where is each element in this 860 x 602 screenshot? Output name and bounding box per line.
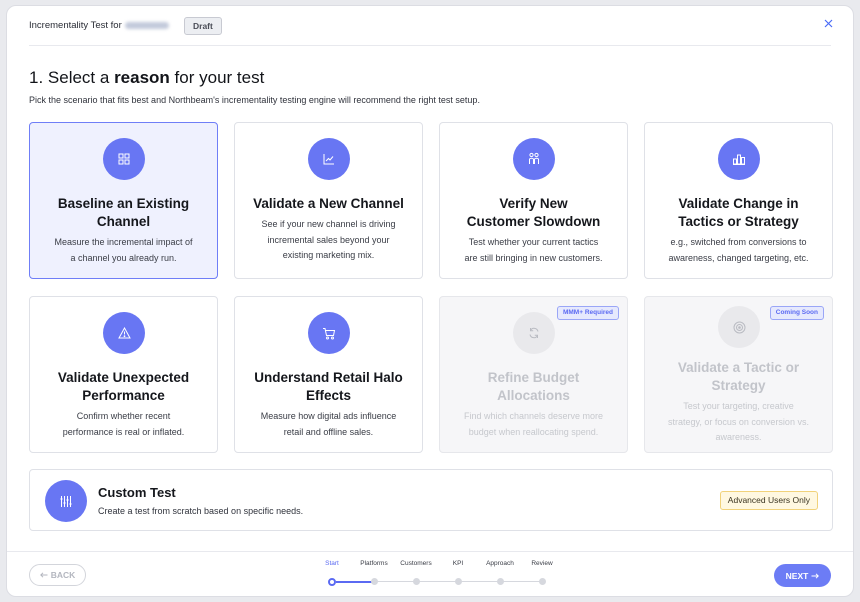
step-dot-kpi	[454, 578, 462, 585]
grid-icon	[103, 138, 145, 180]
card-title: Refine Budget Allocations	[487, 370, 580, 403]
reason-card-baseline-existing-channel[interactable]: Baseline an Existing Channel Measure the …	[29, 122, 218, 279]
reason-card-refine-budget-allocations: MMM+ Required Refine Budget Allocations F…	[439, 296, 628, 453]
card-description: Test whether your current tactics are sti…	[464, 237, 603, 263]
step-dot-approach	[496, 578, 504, 585]
status-badge: Draft	[184, 17, 222, 35]
modal-title: Incrementality Test for	[29, 20, 169, 31]
back-button[interactable]: BACK	[29, 564, 86, 586]
refresh-icon	[513, 312, 555, 354]
redacted-brand-name	[124, 21, 169, 29]
card-description: Confirm whether recent performance is rea…	[62, 411, 185, 437]
target-icon	[718, 306, 760, 348]
reason-card-validate-tactic-or-strategy: Coming Soon Validate a Tactic or Strategy…	[644, 296, 833, 453]
custom-test-card[interactable]: Custom Test Create a test from scratch b…	[29, 469, 833, 531]
modal-footer: BACK Start Platforms Customers KPI Appro…	[7, 551, 853, 596]
arrow-right-icon	[811, 572, 820, 579]
page-subtitle: Pick the scenario that fits best and Nor…	[29, 95, 480, 105]
step-label-review: Review	[531, 560, 553, 567]
close-icon[interactable]	[824, 19, 833, 28]
custom-test-description: Create a test from scratch based on spec…	[98, 506, 304, 516]
card-description: See if your new channel is driving increm…	[261, 219, 396, 260]
step-connector	[336, 581, 374, 583]
advanced-users-badge: Advanced Users Only	[719, 491, 818, 510]
step-dot-start	[328, 577, 336, 586]
cart-icon	[308, 312, 350, 354]
page-title: 1. Select a reason for your test	[29, 68, 265, 87]
people-icon	[513, 138, 555, 180]
header-divider	[29, 45, 831, 46]
incrementality-test-modal: Incrementality Test for Draft 1. Select …	[6, 5, 854, 597]
warning-icon	[103, 312, 145, 354]
mmm-required-badge: MMM+ Required	[556, 306, 619, 320]
reason-card-validate-new-channel[interactable]: Validate a New Channel See if your new c…	[234, 122, 423, 279]
reason-card-validate-change-in-tactics[interactable]: Validate Change in Tactics or Strategy e.…	[644, 122, 833, 279]
card-title: Understand Retail Halo Effects	[254, 370, 403, 403]
reason-card-verify-new-customer-slowdown[interactable]: Verify New Customer Slowdown Test whether…	[439, 122, 628, 279]
progress-stepper: Start Platforms Customers KPI Approach R…	[307, 560, 567, 590]
card-description: e.g., switched from conversions to awaren…	[668, 237, 809, 263]
modal-header: Incrementality Test for Draft	[7, 6, 853, 46]
step-dot-platforms	[370, 578, 378, 585]
coming-soon-badge: Coming Soon	[769, 306, 824, 320]
reason-card-validate-unexpected-performance[interactable]: Validate Unexpected Performance Confirm w…	[29, 296, 218, 453]
card-description: Measure the incremental impact of a chann…	[54, 237, 193, 263]
step-dot-review	[538, 578, 546, 585]
card-title: Verify New Customer Slowdown	[466, 196, 601, 229]
line-chart-icon	[308, 138, 350, 180]
strategy-icon	[718, 138, 760, 180]
card-title: Baseline an Existing Channel	[57, 196, 190, 229]
card-title: Validate a New Channel	[253, 196, 404, 211]
card-description: Test your targeting, creative strategy, o…	[668, 401, 809, 442]
arrow-left-icon	[39, 572, 48, 578]
step-dot-customers	[412, 578, 420, 585]
card-title: Validate Change in Tactics or Strategy	[678, 196, 799, 229]
sliders-icon	[45, 480, 87, 522]
custom-test-title: Custom Test	[98, 485, 176, 500]
next-button[interactable]: NEXT	[774, 564, 831, 587]
card-description: Find which channels deserve more budget w…	[463, 411, 604, 437]
card-description: Measure how digital ads influence retail …	[260, 411, 397, 437]
card-title: Validate a Tactic or Strategy	[677, 360, 800, 393]
reason-card-understand-retail-halo[interactable]: Understand Retail Halo Effects Measure ho…	[234, 296, 423, 453]
card-title: Validate Unexpected Performance	[57, 370, 190, 403]
